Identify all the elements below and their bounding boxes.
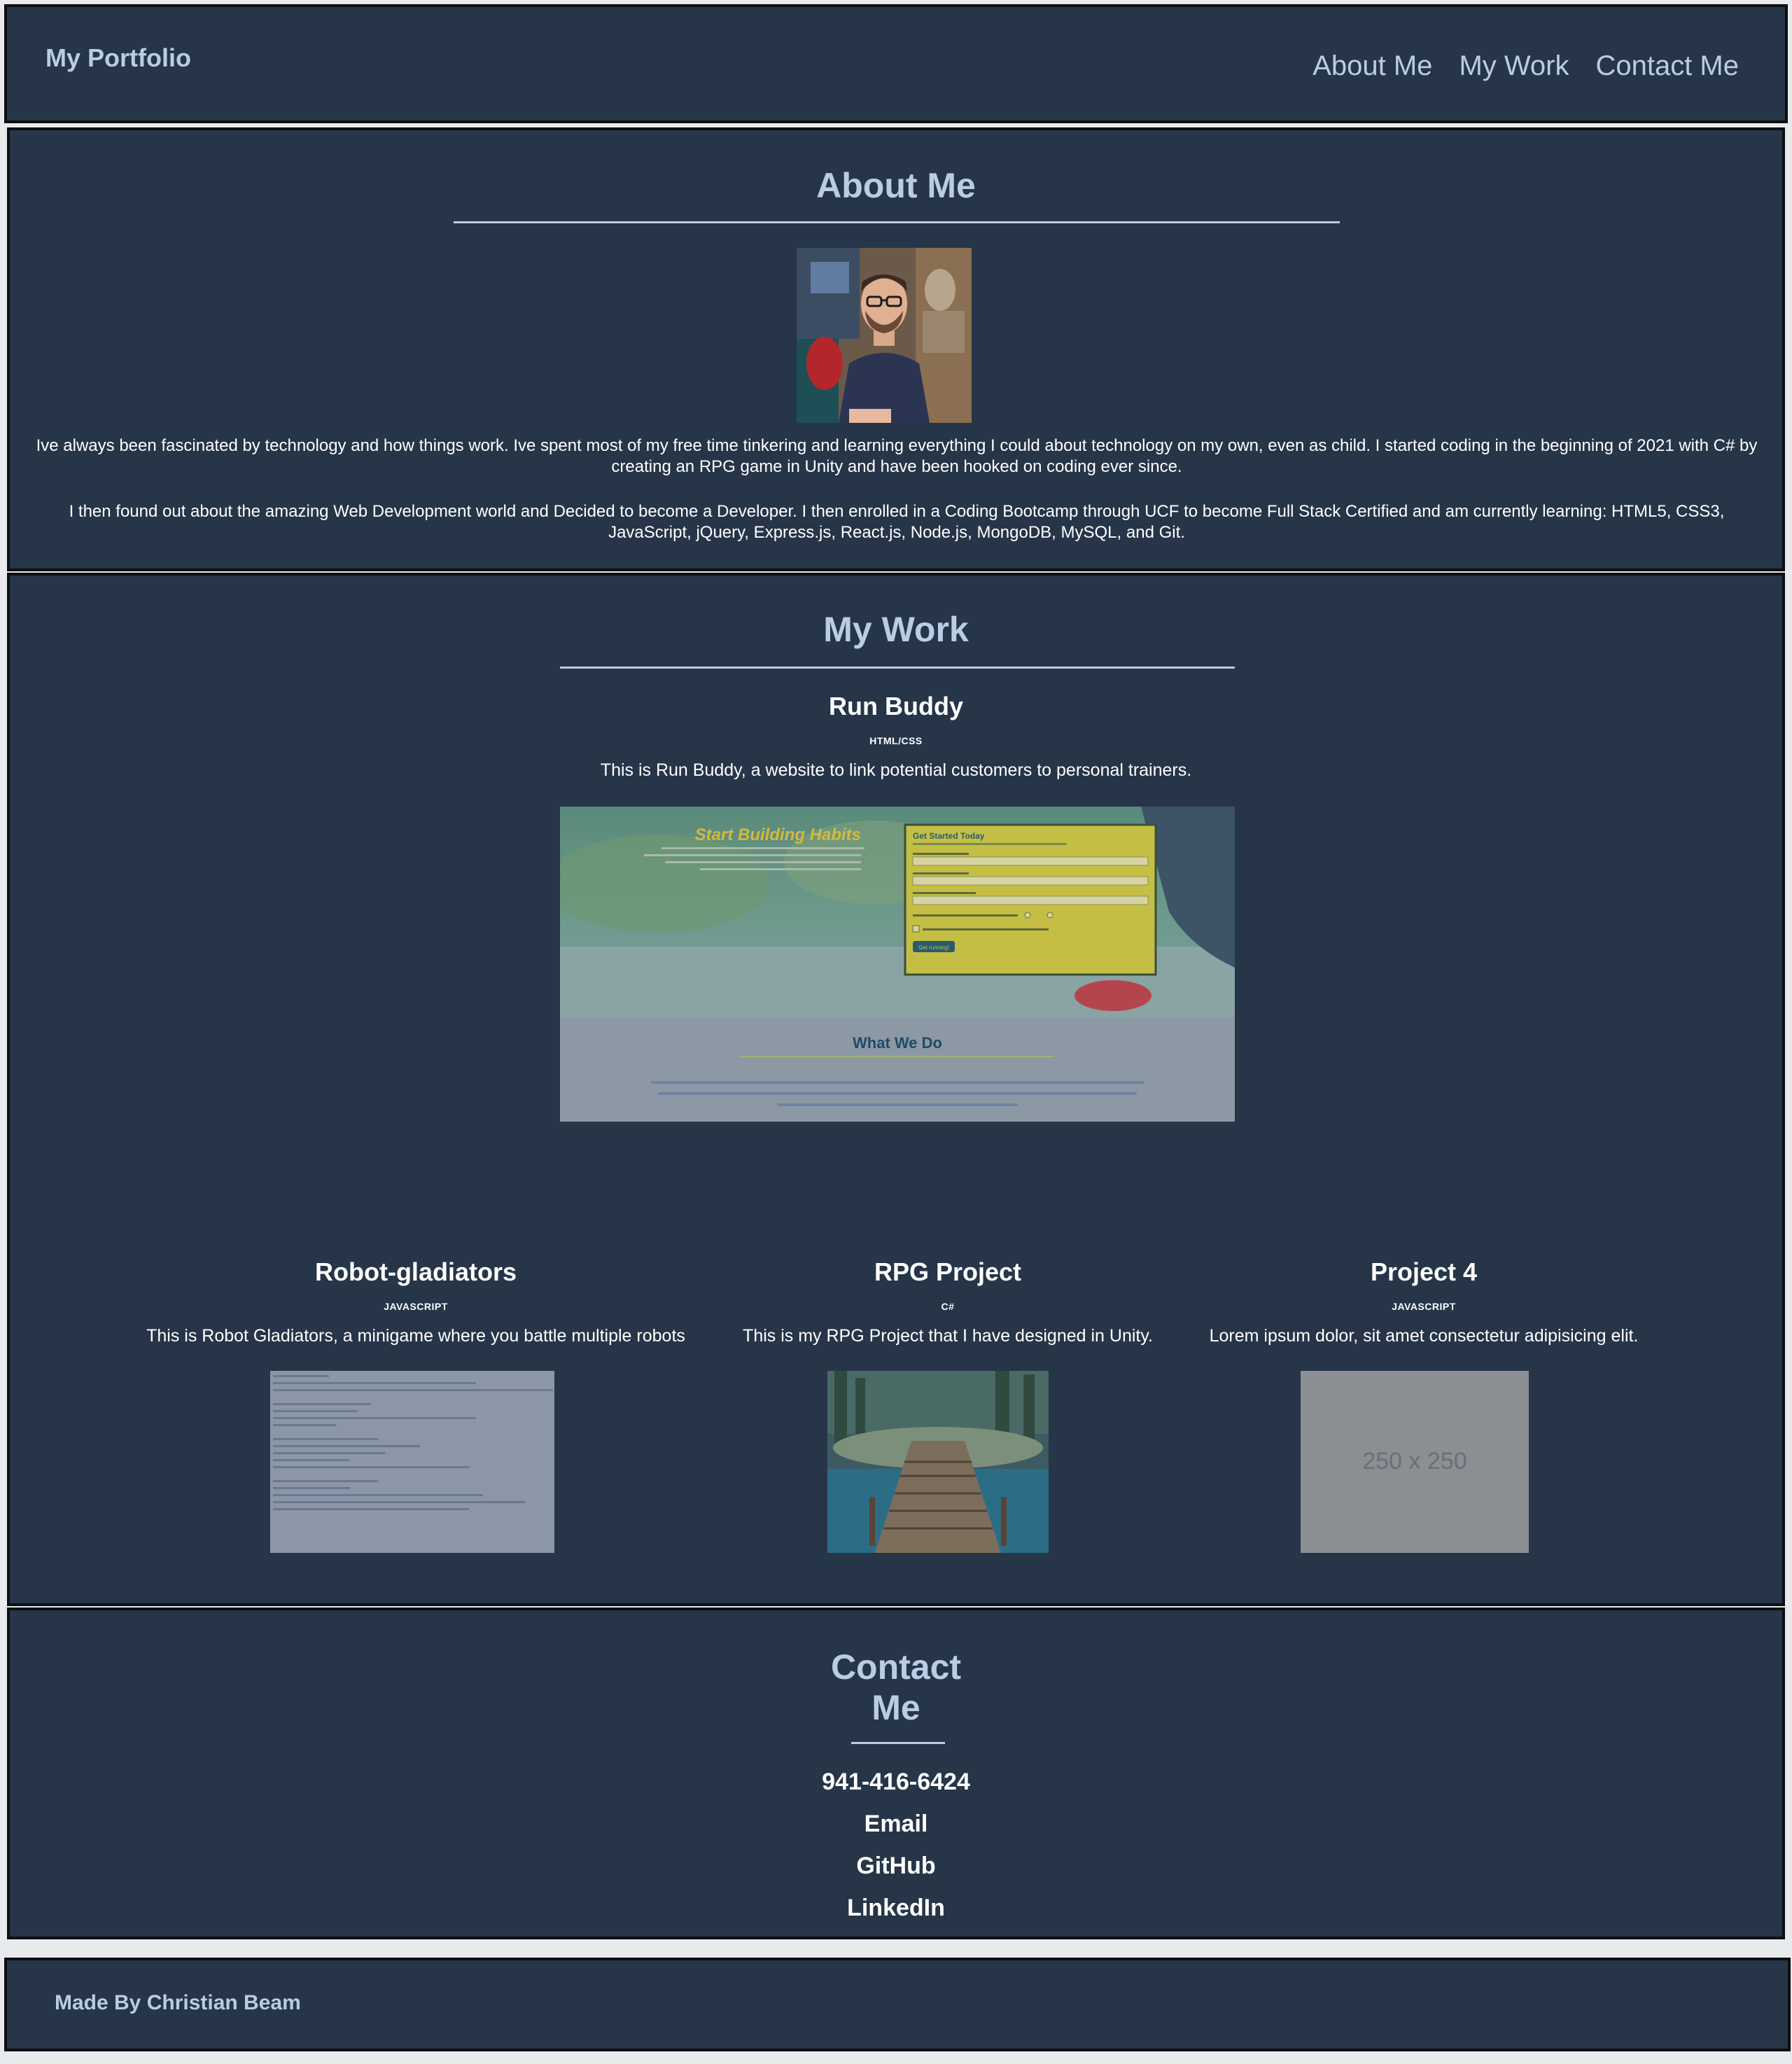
site-brand[interactable]: My Portfolio (46, 43, 191, 73)
featured-project-description: This is Run Buddy, a website to link pot… (600, 760, 1192, 780)
about-title-underline (454, 221, 1340, 223)
project-4-description: Lorem ipsum dolor, sit amet consectetur … (1209, 1326, 1639, 1346)
about-paragraph-1: Ive always been fascinated by technology… (36, 436, 1758, 476)
main-nav: About Me My Work Contact Me (1312, 50, 1739, 82)
profile-photo (797, 248, 972, 423)
contact-linkedin-link[interactable]: LinkedIn (10, 1895, 1782, 1922)
about-title: About Me (816, 166, 976, 205)
robot-gladiators-tag: JAVASCRIPT (384, 1301, 448, 1312)
rpg-project-screenshot[interactable] (827, 1371, 1049, 1553)
project-4-title: Project 4 (1370, 1257, 1478, 1286)
contact-phone[interactable]: 941-416-6424 (10, 1769, 1782, 1796)
contact-title-line-2: Me (872, 1688, 920, 1727)
nav-link-about-me[interactable]: About Me (1312, 50, 1432, 82)
rpg-project-title: RPG Project (874, 1257, 1022, 1286)
project-4-placeholder-image[interactable]: 250 x 250 (1301, 1371, 1529, 1553)
my-work-section: My Work Run Buddy HTML/CSS This is Run B… (7, 573, 1785, 1606)
form-button: Get running! (918, 944, 949, 951)
site-header: My Portfolio About Me My Work Contact Me (4, 4, 1788, 123)
contact-title-underline (851, 1742, 945, 1744)
what-we-do-heading: What We Do (853, 1034, 942, 1052)
robot-gladiators-title: Robot-gladiators (315, 1257, 517, 1286)
contact-section: Contact Me 941-416-6424 Email GitHub Lin… (7, 1608, 1785, 1939)
contact-github-link[interactable]: GitHub (10, 1853, 1782, 1880)
run-buddy-screenshot[interactable]: Start Building Habits Get Started Today … (560, 807, 1235, 1122)
my-work-title-underline (560, 667, 1235, 669)
featured-project-tag: HTML/CSS (869, 735, 923, 746)
about-paragraph-2: I then found out about the amazing Web D… (69, 502, 1725, 542)
contact-title-line-1: Contact (830, 1647, 962, 1687)
nav-link-my-work[interactable]: My Work (1459, 50, 1569, 82)
project-4-tag: JAVASCRIPT (1392, 1301, 1456, 1312)
site-footer: Made By Christian Beam (4, 1958, 1791, 2051)
robot-gladiators-screenshot[interactable] (270, 1371, 554, 1553)
form-heading: Get Started Today (913, 831, 985, 841)
footer-credit: Made By Christian Beam (55, 1991, 301, 2014)
robot-gladiators-description: This is Robot Gladiators, a minigame whe… (146, 1326, 685, 1346)
rpg-project-tag: C# (941, 1301, 955, 1312)
placeholder-label: 250 x 250 (1362, 1448, 1466, 1474)
rpg-project-description: This is my RPG Project that I have desig… (743, 1326, 1153, 1346)
about-section: About Me Ive always been fascinated by t… (7, 127, 1785, 571)
hero-heading: Start Building Habits (695, 825, 861, 844)
nav-link-contact-me[interactable]: Contact Me (1595, 50, 1739, 82)
contact-email-link[interactable]: Email (10, 1811, 1782, 1838)
my-work-title: My Work (823, 610, 969, 649)
featured-project-title: Run Buddy (829, 692, 963, 720)
